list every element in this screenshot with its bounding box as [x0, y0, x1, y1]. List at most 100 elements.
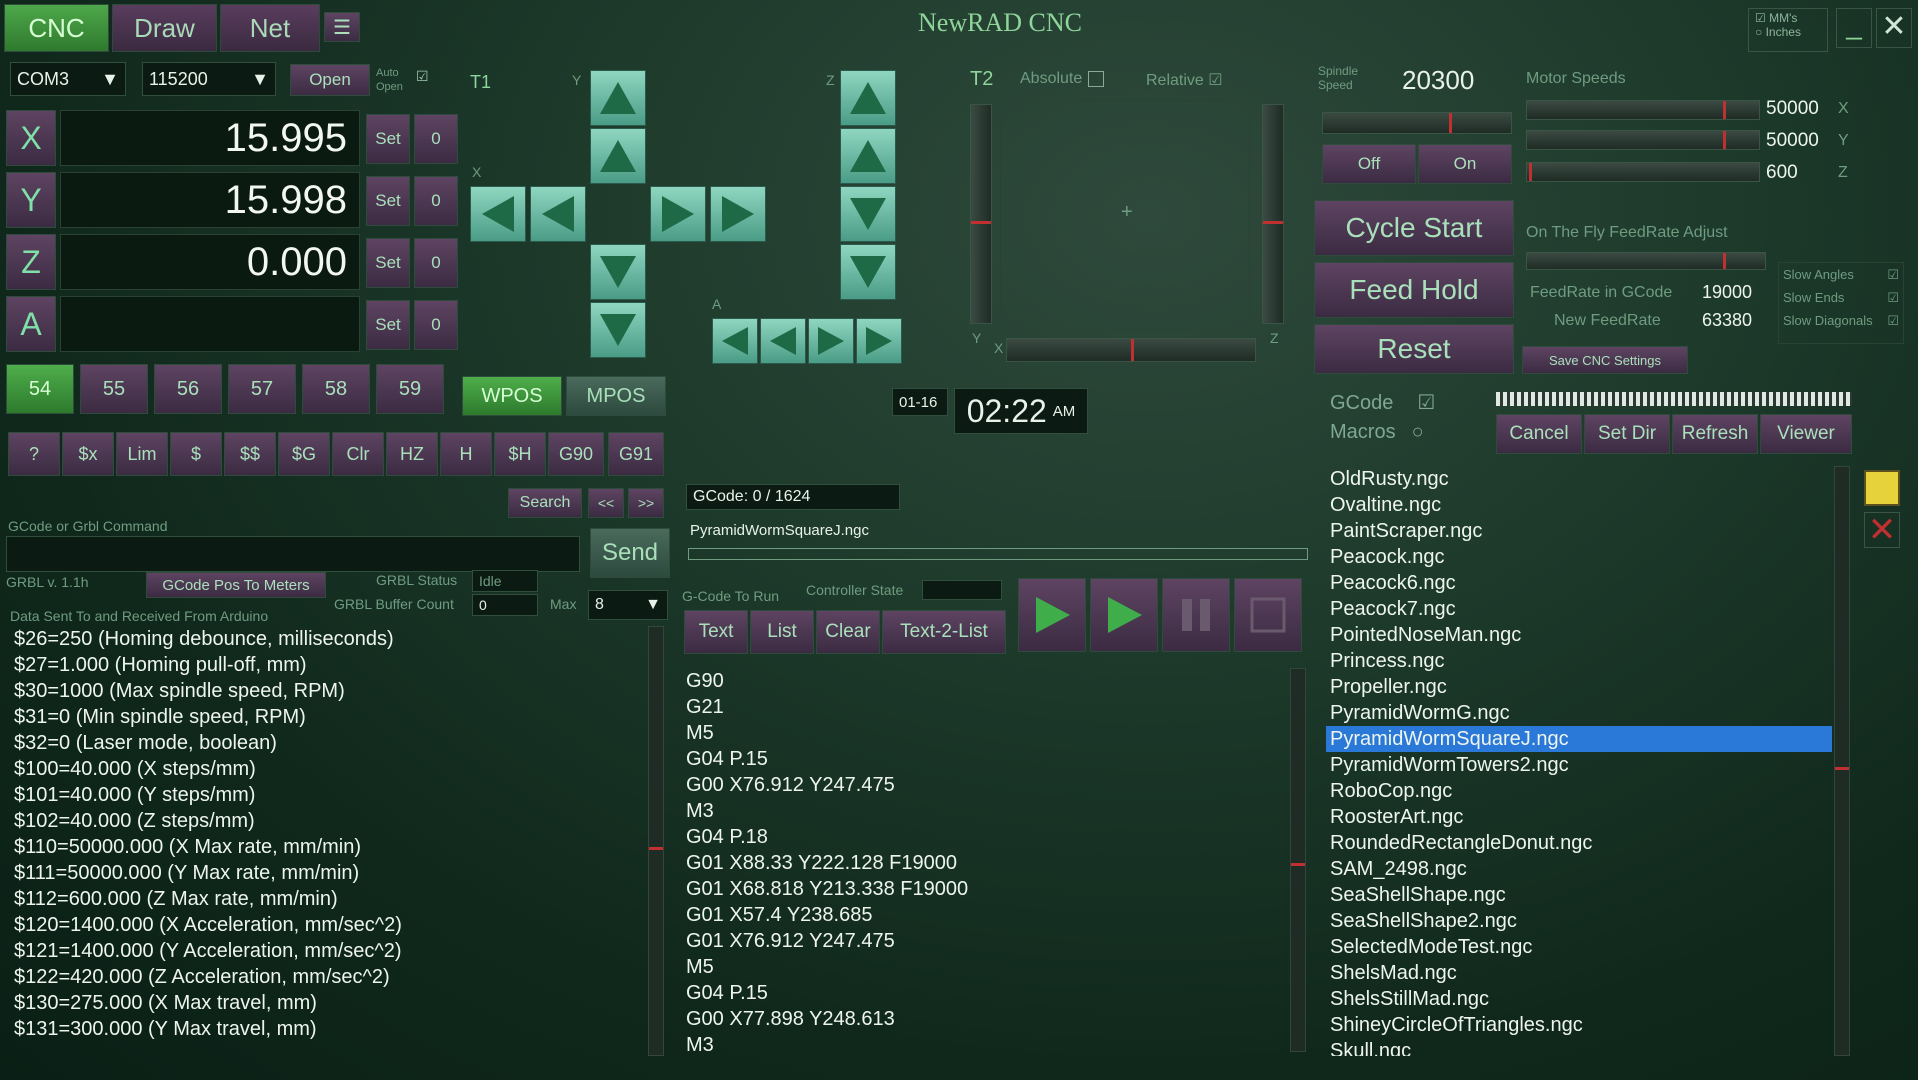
gcode-line[interactable]: G00 X77.898 Y248.613 — [682, 1006, 1282, 1032]
jog-y-plus-fast-button[interactable] — [590, 70, 646, 126]
t2-x-slider[interactable] — [1006, 338, 1256, 362]
file-list-item[interactable]: Peacock7.ngc — [1326, 596, 1832, 622]
zero-x-button[interactable]: 0 — [414, 114, 458, 164]
command-input[interactable] — [6, 536, 580, 572]
gcode-text2list-button[interactable]: Text-2-List — [882, 610, 1006, 654]
slow-diagonals-checkbox[interactable]: Slow Diagonals ☑ — [1783, 313, 1899, 328]
gcode-line[interactable]: M5 — [682, 954, 1282, 980]
baud-select[interactable]: 115200 ▼ — [142, 62, 276, 96]
mpos-button[interactable]: MPOS — [566, 376, 666, 416]
file-list-item[interactable]: ShelsMad.ngc — [1326, 960, 1832, 986]
feedrate-adjust-slider[interactable] — [1526, 252, 1766, 270]
jog-y-minus-fast-button[interactable] — [590, 302, 646, 358]
jog-x-minus-button[interactable] — [530, 186, 586, 242]
source-gcode-radio[interactable]: GCode ☑ — [1330, 390, 1490, 415]
gcode-line[interactable]: G04 P.18 — [682, 824, 1282, 850]
jog-a-plus-button[interactable] — [808, 318, 854, 364]
file-list-item[interactable]: Peacock6.ngc — [1326, 570, 1832, 596]
gcode-line[interactable]: G01 X76.912 Y247.475 — [682, 928, 1282, 954]
wcs-56-button[interactable]: 56 — [154, 364, 222, 414]
search-next-button[interactable]: >> — [628, 488, 664, 518]
cmd-hz-button[interactable]: HZ — [386, 432, 438, 476]
folder-icon[interactable] — [1864, 470, 1900, 506]
jog-x-minus-fast-button[interactable] — [470, 186, 526, 242]
motor-z-slider[interactable] — [1526, 162, 1760, 182]
file-list[interactable]: OldRusty.ngc Ovaltine.ngc PaintScraper.ngc… — [1326, 466, 1832, 1056]
file-list-item[interactable]: RoundedRectangleDonut.ngc — [1326, 830, 1832, 856]
t2-jog-pad[interactable]: + — [1000, 100, 1250, 330]
com-port-select[interactable]: COM3 ▼ — [10, 62, 126, 96]
source-macros-radio[interactable]: Macros ○ — [1330, 421, 1490, 444]
spindle-off-button[interactable]: Off — [1322, 144, 1416, 184]
pause-gcode-button[interactable] — [1162, 578, 1230, 652]
cmd-help-button[interactable]: $ — [170, 432, 222, 476]
jog-z-plus-fast-button[interactable] — [840, 70, 896, 126]
cmd-query-button[interactable]: ? — [8, 432, 60, 476]
wpos-button[interactable]: WPOS — [462, 376, 562, 416]
file-list-item[interactable]: PyramidWormTowers2.ngc — [1326, 752, 1832, 778]
open-button[interactable]: Open — [290, 64, 370, 96]
jog-y-minus-button[interactable] — [590, 244, 646, 300]
set-a-button[interactable]: Set — [366, 300, 410, 350]
file-list-item[interactable]: Ovaltine.ngc — [1326, 492, 1832, 518]
file-list-scrollbar[interactable] — [1834, 466, 1850, 1056]
close-icon[interactable]: ✕ — [1876, 8, 1912, 48]
file-list-item[interactable]: SelectedModeTest.ngc — [1326, 934, 1832, 960]
cycle-start-button[interactable]: Cycle Start — [1314, 200, 1514, 256]
wcs-57-button[interactable]: 57 — [228, 364, 296, 414]
spindle-speed-slider[interactable] — [1322, 112, 1512, 134]
search-button[interactable]: Search — [508, 488, 582, 518]
set-z-button[interactable]: Set — [366, 238, 410, 288]
send-button[interactable]: Send — [590, 528, 670, 578]
gcode-line[interactable]: M3 — [682, 798, 1282, 824]
file-list-item[interactable]: Propeller.ngc — [1326, 674, 1832, 700]
cmd-g90-button[interactable]: G90 — [548, 432, 604, 476]
gcode-line[interactable]: G01 X68.818 Y213.338 F19000 — [682, 876, 1282, 902]
gcode-lines[interactable]: G90 G21 M5 G04 P.15 G00 X76.912 Y247.475 M3 G0… — [682, 668, 1282, 1052]
gcode-line[interactable]: M3 — [682, 1032, 1282, 1052]
stop-gcode-button[interactable] — [1234, 578, 1302, 652]
gcode-line[interactable]: G01 X88.33 Y222.128 F19000 — [682, 850, 1282, 876]
wcs-55-button[interactable]: 55 — [80, 364, 148, 414]
file-list-item[interactable]: SeaShellShape2.ngc — [1326, 908, 1832, 934]
cancel-button[interactable]: Cancel — [1496, 414, 1582, 454]
cmd-state-button[interactable]: $G — [278, 432, 330, 476]
reset-button[interactable]: Reset — [1314, 324, 1514, 374]
gcode-clear-button[interactable]: Clear — [816, 610, 880, 654]
refresh-button[interactable]: Refresh — [1672, 414, 1758, 454]
slow-ends-checkbox[interactable]: Slow Ends ☑ — [1783, 290, 1899, 305]
file-list-item[interactable]: Princess.ngc — [1326, 648, 1832, 674]
run-gcode-button[interactable] — [1018, 578, 1086, 652]
tab-net[interactable]: Net — [220, 4, 320, 52]
menu-icon[interactable]: ☰ — [324, 12, 360, 42]
cmd-clear-button[interactable]: Clr — [332, 432, 384, 476]
t2-y-slider[interactable] — [970, 104, 992, 324]
jog-y-plus-button[interactable] — [590, 128, 646, 184]
file-list-item[interactable]: OldRusty.ngc — [1326, 466, 1832, 492]
zero-z-button[interactable]: 0 — [414, 238, 458, 288]
gcode-line[interactable]: G00 X76.912 Y247.475 — [682, 772, 1282, 798]
file-list-item[interactable]: RoboCop.ngc — [1326, 778, 1832, 804]
set-x-button[interactable]: Set — [366, 114, 410, 164]
jog-a-minus-button[interactable] — [760, 318, 806, 364]
gcode-line[interactable]: G21 — [682, 694, 1282, 720]
jog-x-plus-button[interactable] — [650, 186, 706, 242]
delete-icon[interactable]: ✕ — [1864, 512, 1900, 548]
file-list-item[interactable]: RoosterArt.ngc — [1326, 804, 1832, 830]
max-buffer-select[interactable]: 8 ▼ — [588, 590, 668, 620]
zero-a-button[interactable]: 0 — [414, 300, 458, 350]
gcode-scrollbar[interactable] — [1290, 668, 1306, 1052]
relative-checkbox[interactable]: ☑ — [1208, 72, 1222, 89]
file-list-item[interactable]: Skull.ngc — [1326, 1038, 1832, 1056]
file-list-item[interactable]: SAM_2498.ngc — [1326, 856, 1832, 882]
cmd-h-button[interactable]: H — [440, 432, 492, 476]
gcode-pos-to-meters-button[interactable]: GCode Pos To Meters — [146, 572, 326, 598]
gcode-list-button[interactable]: List — [750, 610, 814, 654]
viewer-button[interactable]: Viewer — [1760, 414, 1852, 454]
jog-z-plus-button[interactable] — [840, 128, 896, 184]
wcs-54-button[interactable]: 54 — [6, 364, 74, 414]
spindle-speed-value[interactable]: 20300 — [1396, 62, 1512, 98]
wcs-58-button[interactable]: 58 — [302, 364, 370, 414]
file-list-item[interactable]: PointedNoseMan.ngc — [1326, 622, 1832, 648]
motor-y-slider[interactable] — [1526, 130, 1760, 150]
